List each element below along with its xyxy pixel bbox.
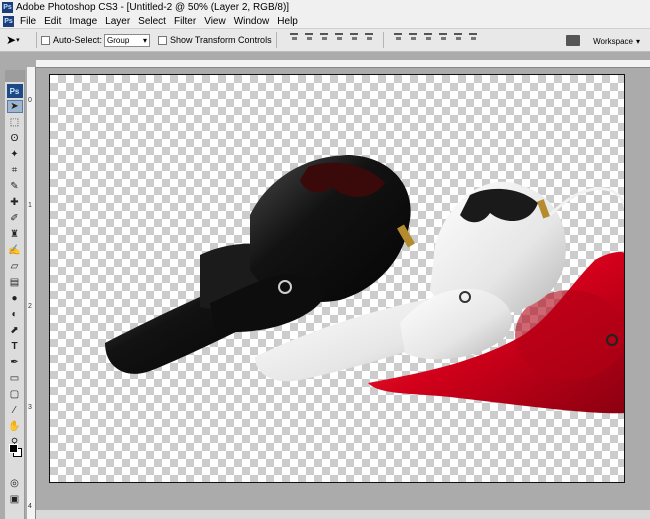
hand-tool-icon[interactable]: ✋ <box>7 420 23 433</box>
chevron-down-icon: ▾ <box>16 37 20 44</box>
photoshop-logo-icon: Ps <box>2 1 13 13</box>
chevron-down-icon: ▾ <box>635 36 640 46</box>
menu-help[interactable]: Help <box>277 16 298 27</box>
menu-window[interactable]: Window <box>234 16 270 27</box>
menu-image[interactable]: Image <box>69 16 97 27</box>
menu-layer[interactable]: Layer <box>105 16 130 27</box>
path-selection-tool-icon[interactable]: ⬈ <box>7 324 23 337</box>
align-top-icon[interactable] <box>289 32 299 42</box>
menu-select[interactable]: Select <box>138 16 166 27</box>
ruler-number: 0 <box>28 97 32 104</box>
chevron-down-icon: ▾ <box>143 35 148 45</box>
distribute-horizontal-center-icon[interactable] <box>453 32 463 42</box>
slice-tool-icon[interactable]: ✎ <box>7 180 23 193</box>
divider <box>36 32 37 48</box>
lasso-tool-icon[interactable]: ʘ <box>7 132 23 145</box>
top-ruler <box>36 60 650 68</box>
show-transform-label: Show Transform Controls <box>170 35 272 45</box>
auto-select-checkbox[interactable] <box>41 35 50 45</box>
pen-tool-icon[interactable]: ✒ <box>7 356 23 369</box>
toolbox: Ps ➤ ⬚ ʘ ✦ ⌗ ✎ ✚ ✐ ♜ ✍ ▱ ▤ ● ◐ ⬈ T ✒ ▭ ▢… <box>5 70 25 519</box>
blur-tool-icon[interactable]: ● <box>7 292 23 305</box>
eraser-tool-icon[interactable]: ▱ <box>7 260 23 273</box>
align-buttons <box>289 32 478 48</box>
workspace-button[interactable]: Workspace ▾ <box>589 34 644 48</box>
app-menu-icon[interactable]: Ps <box>3 15 14 27</box>
ruler-number: 3 <box>28 404 32 411</box>
distribute-left-icon[interactable] <box>438 32 448 42</box>
headphones-artwork <box>105 155 624 414</box>
show-transform-checkbox[interactable] <box>158 35 168 45</box>
healing-brush-tool-icon[interactable]: ✚ <box>7 196 23 209</box>
type-tool-icon[interactable]: T <box>7 340 23 353</box>
bridge-icon[interactable] <box>566 35 580 46</box>
align-left-icon[interactable] <box>334 32 344 42</box>
menu-bar: Ps File Edit Image Layer Select Filter V… <box>0 14 650 28</box>
align-bottom-icon[interactable] <box>319 32 329 42</box>
toolbox-header[interactable] <box>5 70 24 82</box>
crop-tool-icon[interactable]: ⌗ <box>7 164 23 177</box>
ruler-number: 2 <box>28 303 32 310</box>
menu-edit[interactable]: Edit <box>44 16 61 27</box>
move-arrow-icon: ➤ <box>6 33 17 47</box>
eyedropper-tool-icon[interactable]: ⁄ <box>7 404 23 417</box>
ruler-number: 1 <box>28 202 32 209</box>
history-brush-tool-icon[interactable]: ✍ <box>7 244 23 257</box>
align-horizontal-center-icon[interactable] <box>349 32 359 42</box>
foreground-color-swatch[interactable] <box>9 444 18 453</box>
workspace-label: Workspace <box>593 36 633 46</box>
tool-preset-picker[interactable]: ➤ ▾ <box>6 31 32 49</box>
move-tool-icon[interactable]: ➤ <box>6 100 23 113</box>
divider <box>275 32 277 48</box>
ruler-number: 4 <box>28 503 32 510</box>
divider <box>382 32 384 48</box>
horizontal-scrollbar[interactable] <box>36 510 650 519</box>
clone-stamp-tool-icon[interactable]: ♜ <box>7 228 23 241</box>
distribute-bottom-icon[interactable] <box>423 32 433 42</box>
options-bar: ➤ ▾ Auto-Select: Group ▾ Show Transform C… <box>0 28 650 52</box>
align-right-icon[interactable] <box>364 32 374 42</box>
distribute-right-icon[interactable] <box>468 32 478 42</box>
auto-select-value: Group <box>107 35 130 45</box>
document-canvas[interactable] <box>49 74 625 483</box>
menu-view[interactable]: View <box>204 16 226 27</box>
shape-tool-icon[interactable]: ▭ <box>7 372 23 385</box>
distribute-vertical-center-icon[interactable] <box>408 32 418 42</box>
auto-select-label: Auto-Select: <box>53 35 103 45</box>
gradient-tool-icon[interactable]: ▤ <box>7 276 23 289</box>
menu-filter[interactable]: Filter <box>174 16 196 27</box>
auto-select-dropdown[interactable]: Group ▾ <box>104 33 151 47</box>
window-title: Adobe Photoshop CS3 - [Untitled-2 @ 50% … <box>16 1 290 13</box>
align-vertical-center-icon[interactable] <box>304 32 314 42</box>
dodge-tool-icon[interactable]: ◐ <box>7 308 23 321</box>
marquee-tool-icon[interactable]: ⬚ <box>7 116 23 129</box>
magic-wand-tool-icon[interactable]: ✦ <box>7 148 23 161</box>
left-ruler: 0 1 2 3 4 <box>27 67 36 519</box>
photoshop-badge-icon: Ps <box>6 84 23 98</box>
menu-file[interactable]: File <box>20 16 36 27</box>
quick-mask-icon[interactable]: ◎ <box>7 477 23 490</box>
screen-mode-icon[interactable]: ▣ <box>7 493 23 506</box>
distribute-top-icon[interactable] <box>393 32 403 42</box>
brush-tool-icon[interactable]: ✐ <box>7 212 23 225</box>
notes-tool-icon[interactable]: ▢ <box>7 388 23 401</box>
title-bar: Ps Adobe Photoshop CS3 - [Untitled-2 @ 5… <box>0 0 650 14</box>
